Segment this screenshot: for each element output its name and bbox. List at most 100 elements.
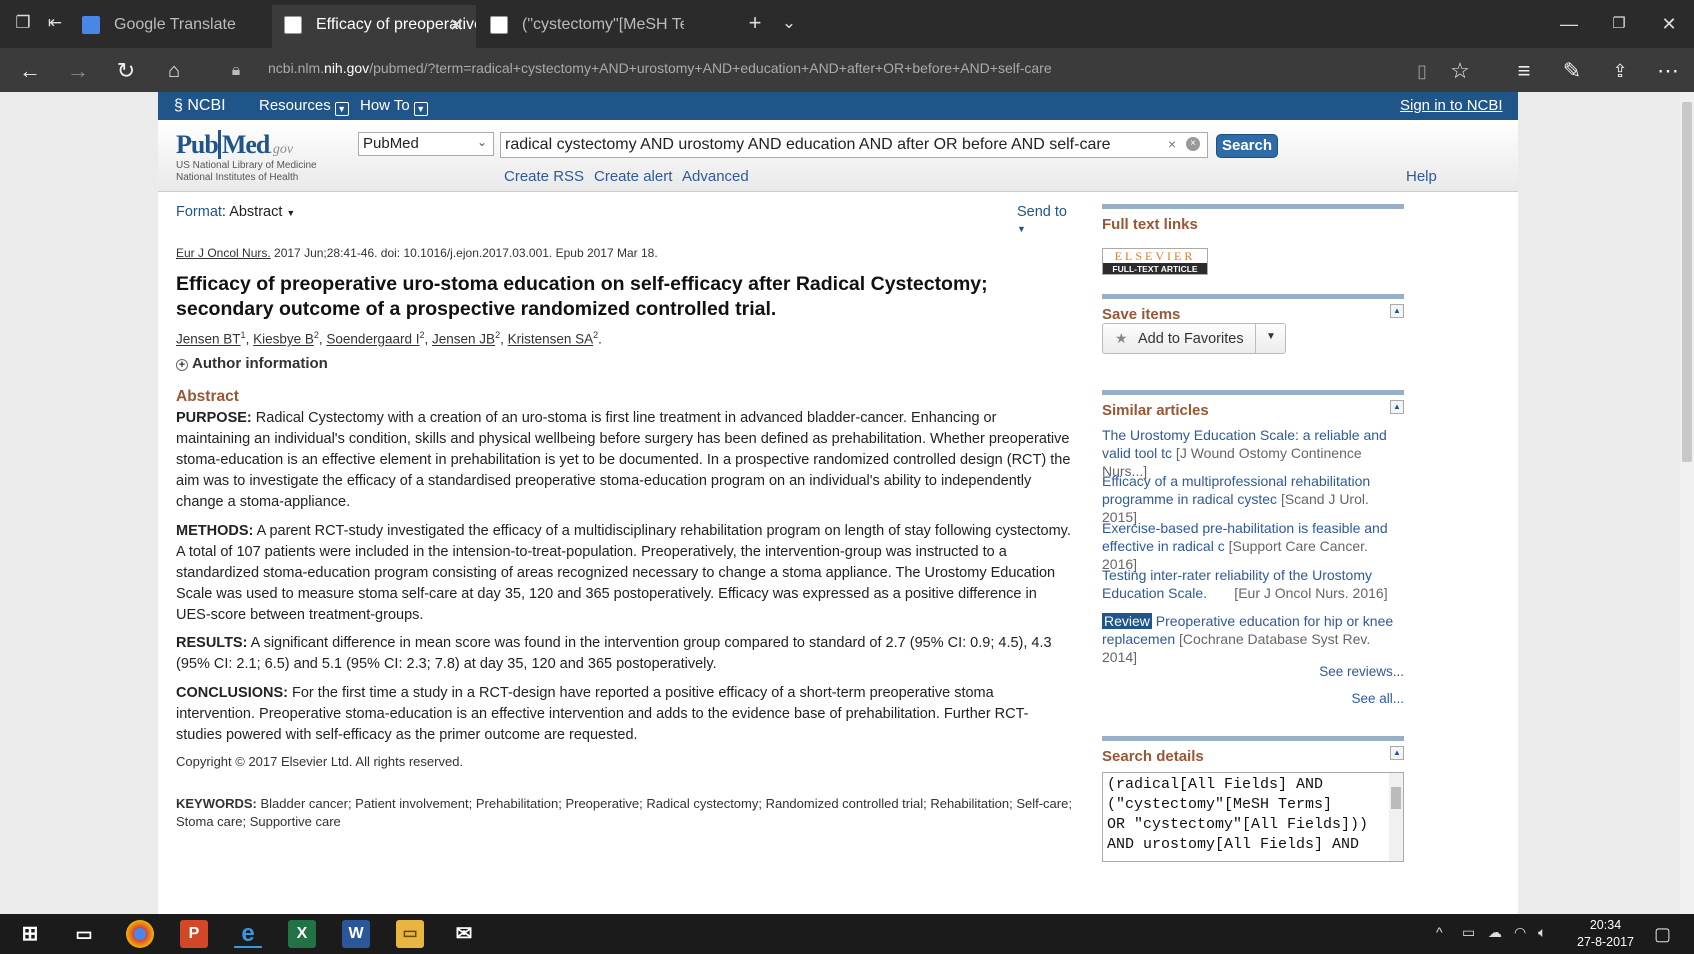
- author-information-label: Author information: [192, 355, 328, 372]
- page-viewport: § NCBI Resources ▼ How To ▼ Sign in to NCB…: [0, 92, 1694, 914]
- page-scrollbar[interactable]: [1680, 92, 1694, 914]
- sign-in-link[interactable]: Sign in to NCBI: [1400, 97, 1503, 114]
- section-text: A parent RCT-study investigated the effi…: [176, 523, 1071, 623]
- edge-icon[interactable]: e: [234, 920, 262, 948]
- chevron-down-icon: ▼: [413, 102, 428, 116]
- search-input[interactable]: [500, 132, 1208, 158]
- caret-down-icon: ▼: [286, 208, 296, 218]
- similar-article-title-cont: valid tool tc: [1102, 445, 1173, 461]
- search-details-text: (radical[All Fields] AND ("cystectomy"[M…: [1107, 776, 1369, 853]
- button-separator: [1255, 324, 1256, 353]
- author-link[interactable]: Kristensen SA: [508, 332, 594, 347]
- volume-icon[interactable]: 🔈︎: [1538, 924, 1546, 941]
- howto-menu[interactable]: How To ▼: [360, 97, 428, 116]
- reading-view-icon[interactable]: ▯: [1408, 57, 1436, 85]
- caret-down-icon[interactable]: ▼: [1266, 331, 1276, 342]
- favorite-star-icon[interactable]: ☆: [1446, 57, 1474, 85]
- journal-link[interactable]: Eur J Oncol Nurs.: [176, 246, 271, 260]
- logo-pub-text: Pub: [176, 130, 219, 159]
- tab-efficacy-preoperative[interactable]: Efficacy of preoperative ✕: [272, 5, 476, 48]
- close-window-icon[interactable]: ✕: [1655, 10, 1683, 38]
- elsevier-full-text-button[interactable]: ELSEVIER FULL-TEXT ARTICLE: [1102, 248, 1208, 275]
- windows-start-icon[interactable]: ⊞: [16, 920, 44, 948]
- system-clock[interactable]: 20:34 27-8-2017: [1577, 917, 1634, 951]
- caret-down-icon: ▼: [1017, 224, 1026, 234]
- similar-article[interactable]: Exercise-based pre-habilitation is feasi…: [1102, 519, 1404, 573]
- url-domain-prefix: ncbi.nlm.: [268, 60, 325, 76]
- forward-arrow-icon[interactable]: →: [64, 57, 92, 85]
- format-selector[interactable]: Format: Abstract ▼: [176, 204, 295, 220]
- collapse-section-icon[interactable]: ▲: [1390, 304, 1404, 318]
- share-icon[interactable]: ⇪: [1606, 57, 1634, 85]
- author-link[interactable]: Jensen JB: [432, 332, 495, 347]
- section-divider: [1102, 294, 1404, 299]
- mail-icon[interactable]: ✉: [450, 920, 478, 948]
- browser-address-bar: ← → ↻ ⌂ 🔒︎ ncbi.nlm.nih.gov/pubmed/?term…: [0, 48, 1694, 92]
- web-note-pen-icon[interactable]: ✎: [1558, 57, 1586, 85]
- similar-article[interactable]: Efficacy of a multiprofessional rehabili…: [1102, 472, 1404, 526]
- help-link[interactable]: Help: [1406, 168, 1437, 185]
- set-aside-tabs-icon[interactable]: ⇤: [44, 12, 66, 34]
- excel-icon[interactable]: X: [288, 920, 316, 948]
- details-scrollbar[interactable]: [1389, 773, 1403, 861]
- collapse-section-icon[interactable]: ▲: [1390, 400, 1404, 414]
- wifi-icon[interactable]: ◠: [1514, 924, 1526, 941]
- clear-search-icon[interactable]: ×: [1168, 136, 1176, 152]
- section-label: CONCLUSIONS:: [176, 685, 288, 701]
- tab-manager-icon[interactable]: ❐: [12, 12, 34, 34]
- chrome-icon[interactable]: [126, 920, 154, 948]
- ncbi-logo[interactable]: § NCBI: [174, 97, 226, 115]
- more-menu-icon[interactable]: ⋯: [1654, 57, 1682, 85]
- show-hidden-icons-chevron-up-icon[interactable]: ^: [1436, 924, 1443, 940]
- copyright-notice: Copyright © 2017 Elsevier Ltd. All right…: [176, 754, 464, 769]
- close-tab-icon[interactable]: ✕: [449, 5, 464, 45]
- author-list: Jensen BT1, Kiesbye B2, Soendergaard I2,…: [176, 330, 602, 347]
- search-button[interactable]: Search: [1216, 134, 1278, 158]
- clear-circle-icon[interactable]: ×: [1186, 137, 1200, 151]
- author-link[interactable]: Soendergaard I: [326, 332, 419, 347]
- powerpoint-icon[interactable]: P: [180, 920, 208, 948]
- similar-article-source: [Eur J Oncol Nurs. 2016]: [1207, 585, 1388, 601]
- send-to-menu[interactable]: Send to ▼: [1017, 204, 1076, 236]
- minimize-icon[interactable]: —: [1555, 10, 1583, 38]
- details-scroll-thumb[interactable]: [1391, 787, 1401, 809]
- create-alert-link[interactable]: Create alert: [594, 168, 672, 185]
- new-tab-icon[interactable]: +: [744, 12, 766, 34]
- restore-window-icon[interactable]: ❐: [1605, 10, 1633, 38]
- tab-preview-chevron-down-icon[interactable]: ⌄: [778, 12, 800, 34]
- create-rss-link[interactable]: Create RSS: [504, 168, 584, 185]
- tab-cystectomy-mesh[interactable]: ("cystectomy"[MeSH Terms]: [478, 5, 684, 48]
- home-icon[interactable]: ⌂: [160, 57, 188, 85]
- onedrive-cloud-icon[interactable]: ☁: [1488, 924, 1502, 941]
- author-link[interactable]: Jensen BT: [176, 332, 241, 347]
- author-information-toggle[interactable]: + Author information: [176, 355, 328, 372]
- similar-article[interactable]: Testing inter-rater reliability of the U…: [1102, 566, 1404, 602]
- url-field[interactable]: ncbi.nlm.nih.gov/pubmed/?term=radical+cy…: [268, 60, 1052, 76]
- pubmed-logo[interactable]: Pub Med.gov US National Library of Medici…: [176, 130, 317, 184]
- similar-article[interactable]: Review Preoperative education for hip or…: [1102, 612, 1404, 666]
- similar-article-title-cont: replacemen: [1102, 631, 1176, 647]
- similar-article-title: Exercise-based pre-habilitation is feasi…: [1102, 520, 1388, 536]
- page-scroll-thumb[interactable]: [1682, 102, 1692, 462]
- back-arrow-icon[interactable]: ←: [16, 57, 44, 85]
- see-reviews-link[interactable]: See reviews...: [1319, 664, 1404, 679]
- database-select[interactable]: PubMed ⌄: [358, 132, 494, 156]
- advanced-search-link[interactable]: Advanced: [682, 168, 749, 185]
- author-link[interactable]: Kiesbye B: [253, 332, 314, 347]
- windows-taskbar: ⊞ ▭ P e X W ▭ ✉ ^ ▭ ☁ ◠ 🔈︎ 20:34 27-8-20…: [0, 914, 1694, 954]
- search-area: Pub Med.gov US National Library of Medici…: [158, 120, 1518, 192]
- add-to-favorites-button[interactable]: ★ Add to Favorites ▼: [1102, 323, 1286, 354]
- tab-google-translate[interactable]: Google Translate: [70, 5, 270, 48]
- see-all-link[interactable]: See all...: [1351, 691, 1404, 706]
- hub-menu-icon[interactable]: ≡: [1510, 57, 1538, 85]
- word-icon[interactable]: W: [342, 920, 370, 948]
- task-view-icon[interactable]: ▭: [70, 920, 98, 948]
- resources-menu[interactable]: Resources ▼: [259, 97, 349, 116]
- collapse-section-icon[interactable]: ▲: [1390, 746, 1404, 760]
- file-explorer-icon[interactable]: ▭: [396, 920, 424, 948]
- send-to-label: Send to: [1017, 204, 1067, 220]
- battery-icon[interactable]: ▭: [1462, 924, 1475, 941]
- action-center-icon[interactable]: ▢: [1654, 924, 1671, 945]
- search-details-textarea[interactable]: (radical[All Fields] AND ("cystectomy"[M…: [1102, 772, 1404, 862]
- refresh-icon[interactable]: ↻: [112, 57, 140, 85]
